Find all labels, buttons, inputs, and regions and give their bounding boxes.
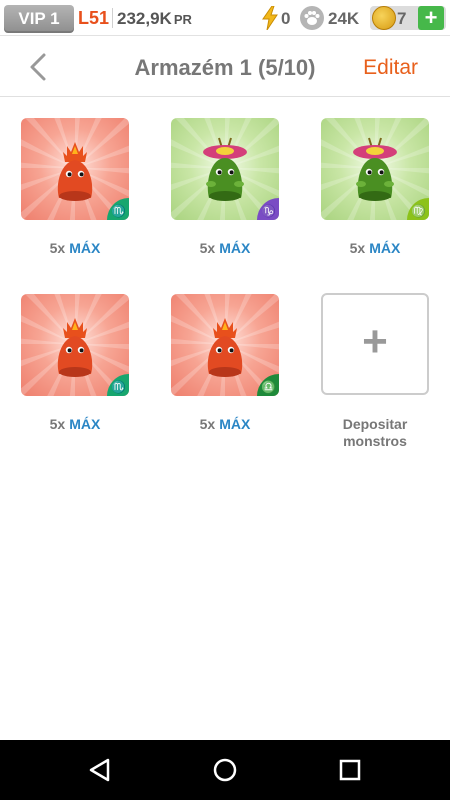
buy-coins-button[interactable]: + <box>418 6 444 30</box>
slot-max-label: MÁX <box>219 416 251 432</box>
plus-icon: + <box>362 317 388 366</box>
slot-caption: 5x MÁX <box>5 416 145 432</box>
player-level: L51 <box>78 8 110 28</box>
fire-monster-icon <box>57 142 93 201</box>
back-triangle-icon[interactable] <box>86 756 114 784</box>
monster-slot[interactable]: ♍ <box>321 118 429 220</box>
slot-caption: 5x MÁX <box>5 240 145 256</box>
coin-icon <box>372 6 396 30</box>
slot-caption: 5x MÁX <box>155 416 295 432</box>
slot-max-label: MÁX <box>69 416 101 432</box>
fire-monster-icon <box>57 318 93 377</box>
monster-slot[interactable]: ♑ <box>171 118 279 220</box>
monster-slot[interactable]: ♎ <box>171 294 279 396</box>
monster-slot[interactable]: ♏ <box>21 118 129 220</box>
slot-count: 5x <box>49 240 66 256</box>
system-nav-bar <box>0 740 450 800</box>
vip-badge[interactable]: VIP 1 <box>4 5 74 33</box>
slot-count: 5x <box>199 416 216 432</box>
nature-monster-icon <box>353 137 397 201</box>
edit-button[interactable]: Editar <box>363 56 418 80</box>
page-header: Armazém 1 (5/10) Editar <box>0 37 450 97</box>
recents-square-icon[interactable] <box>336 756 364 784</box>
slot-max-label: MÁX <box>219 240 251 256</box>
lightning-icon <box>262 6 278 30</box>
energy-count: 0 <box>281 9 291 28</box>
slot-count: 5x <box>199 240 216 256</box>
slot-caption: 5x MÁX <box>305 240 445 256</box>
nature-monster-icon <box>203 137 247 201</box>
slot-count: 5x <box>49 416 66 432</box>
power-rating: 232,9K PR <box>117 9 192 29</box>
power-value: 232,9K <box>117 9 172 28</box>
slot-count: 5x <box>349 240 366 256</box>
deposit-label-line1: Depositar <box>342 416 408 432</box>
deposit-label: Depositar monstros <box>305 416 445 450</box>
slot-max-label: MÁX <box>69 240 101 256</box>
deposit-monsters-button[interactable]: + <box>321 293 429 395</box>
slot-max-label: MÁX <box>369 240 401 256</box>
monster-slot[interactable]: ♏ <box>21 294 129 396</box>
home-circle-icon[interactable] <box>211 756 239 784</box>
currency-bar: VIP 1 L51 232,9K PR 0 24K 7 + <box>0 0 450 36</box>
storage-screen: VIP 1 L51 232,9K PR 0 24K 7 + Armazém 1 (… <box>0 0 450 800</box>
food-count: 24K <box>328 9 360 28</box>
fire-monster-icon <box>207 318 243 377</box>
slot-caption: 5x MÁX <box>155 240 295 256</box>
divider <box>112 8 113 28</box>
power-unit: PR <box>173 12 192 27</box>
coin-count: 7 <box>397 9 407 28</box>
deposit-label-line2: monstros <box>343 433 407 449</box>
paw-icon <box>300 6 324 30</box>
